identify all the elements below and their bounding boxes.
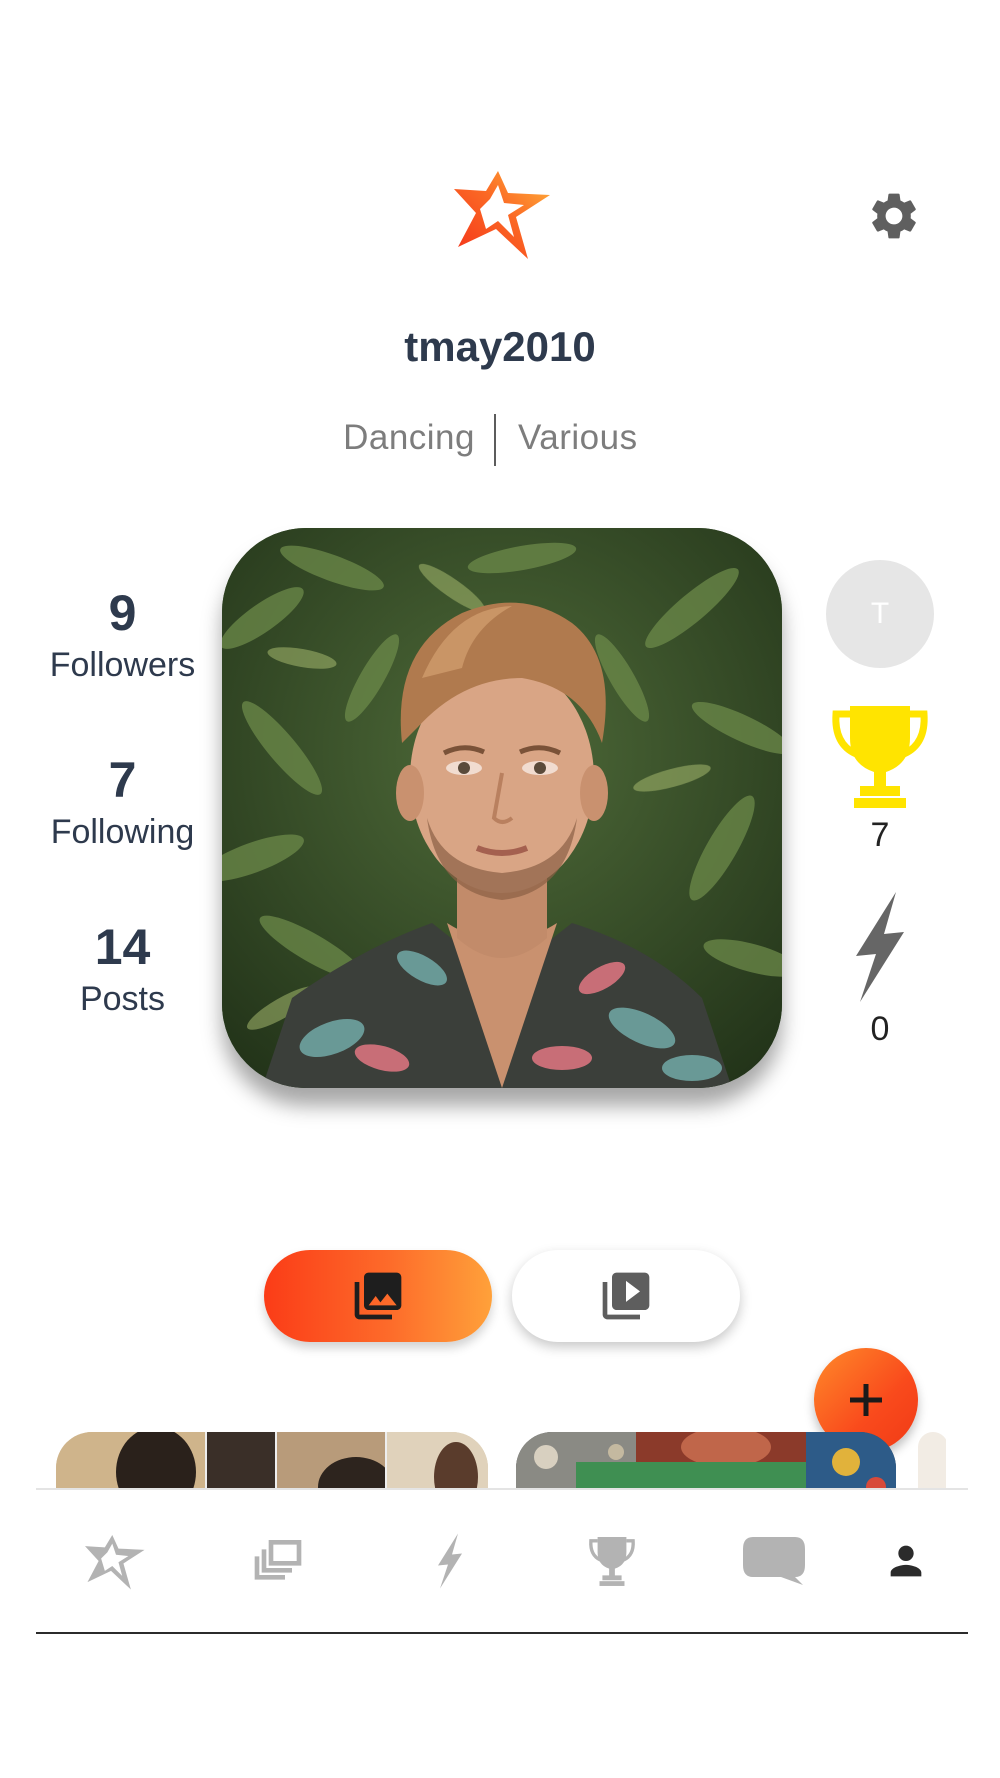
username: tmay2010 [404,323,596,370]
followers-count: 9 [108,585,137,641]
star-logo-icon [454,171,550,259]
posts-count: 14 [94,919,151,975]
gallery-icon [254,1540,302,1580]
photos-tab-button[interactable] [264,1250,492,1342]
nav-item-messages[interactable] [714,1490,834,1632]
post-thumbnail[interactable] [516,1432,896,1488]
category-divider [494,414,496,466]
person-icon [890,1545,922,1577]
trophy-icon [832,706,928,808]
post-thumbnail-image [516,1432,896,1488]
nav-item-gallery[interactable] [218,1490,338,1632]
post-thumbnail-image [56,1432,488,1488]
bottom-nav [36,1490,968,1632]
category-primary: Dancing [343,418,475,457]
nav-item-profile[interactable] [846,1490,966,1632]
photo-library-icon [354,1272,402,1320]
category-secondary: Various [518,418,638,457]
trophy-icon [589,1537,635,1586]
profile-photo-illustration [222,528,782,1088]
post-thumbnail[interactable] [918,1432,946,1488]
video-library-icon [602,1272,650,1320]
post-gallery [56,1432,946,1488]
post-thumbnail[interactable] [56,1432,488,1488]
avatar[interactable]: T [826,560,934,668]
bolt-icon [856,892,904,1002]
trophy-count: 7 [870,816,890,854]
nav-bottom-border [36,1632,968,1634]
bolt-count: 0 [870,1010,890,1048]
chat-icon [743,1537,805,1585]
videos-tab-button[interactable] [512,1250,740,1342]
nav-item-home[interactable] [56,1490,176,1632]
posts-label: Posts [79,980,166,1018]
following-label: Following [50,813,195,851]
plus-icon [850,1384,882,1416]
bolt-icon [438,1533,462,1589]
nav-item-trophies[interactable] [552,1490,672,1632]
posts-stat[interactable]: 14 Posts [20,922,225,1019]
followers-stat[interactable]: 9 Followers [20,588,225,685]
star-icon [85,1534,145,1590]
gear-icon[interactable] [866,188,922,244]
following-stat[interactable]: 7 Following [20,755,225,852]
nav-item-bolts[interactable] [390,1490,510,1632]
following-count: 7 [108,752,137,808]
avatar-initial: T [870,597,890,630]
profile-photo[interactable] [222,528,782,1088]
followers-label: Followers [49,646,196,684]
